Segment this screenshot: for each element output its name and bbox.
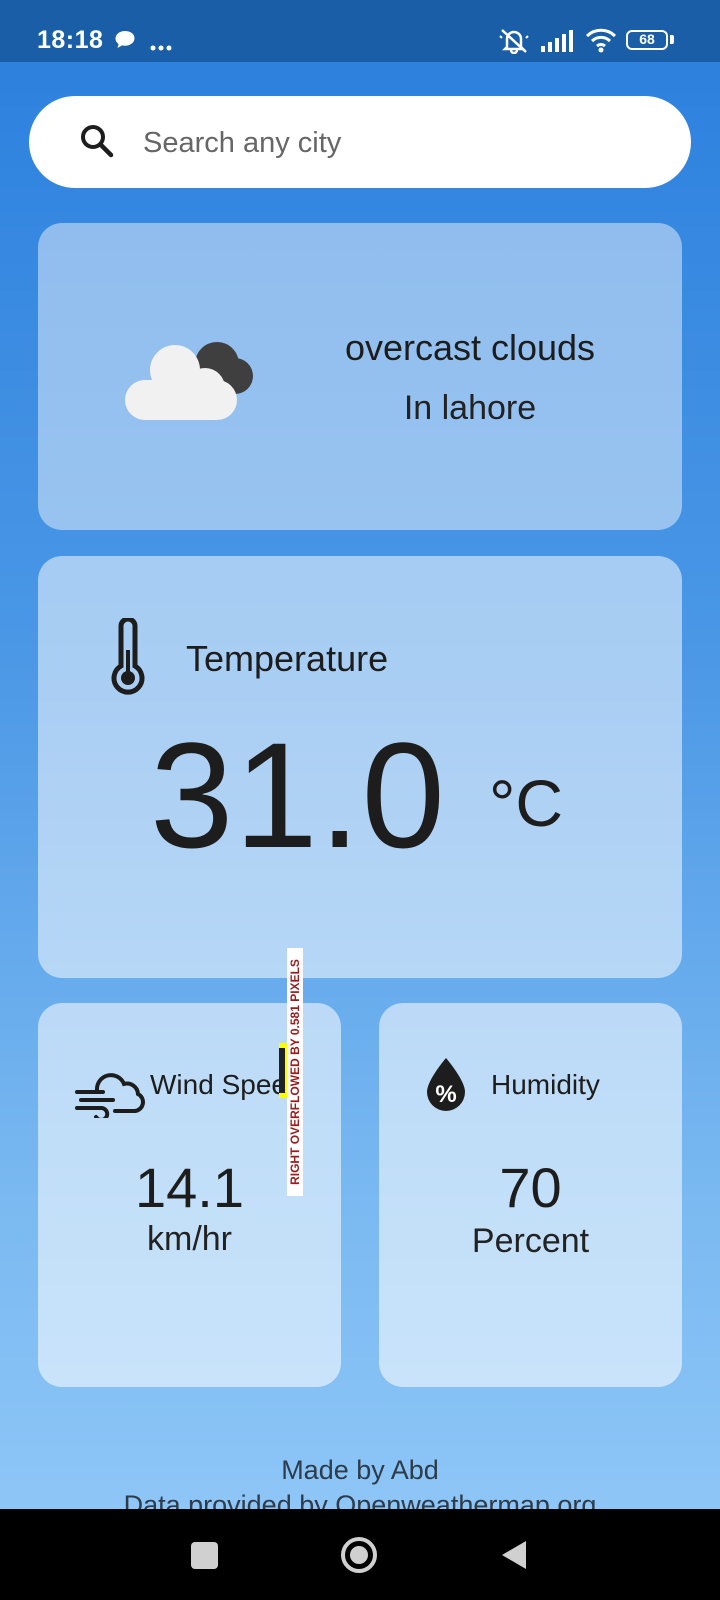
wind-icon [75, 1062, 147, 1123]
battery-level: 68 [639, 31, 655, 47]
condition-description: overcast clouds [344, 327, 596, 368]
recents-button[interactable] [191, 1542, 218, 1569]
wind-value: 14.1 [135, 1156, 244, 1219]
wind-unit: km/hr [147, 1220, 232, 1258]
wifi-icon [585, 27, 617, 58]
temperature-label: Temperature [186, 638, 389, 679]
footer-data-source: Data provided by Openweathermap.org [123, 1490, 597, 1509]
humidity-label: Humidity [491, 1069, 600, 1100]
battery-cap [670, 35, 674, 44]
back-triangle-icon[interactable] [500, 1539, 528, 1571]
svg-text:%: % [435, 1081, 456, 1108]
humidity-value: 70 [499, 1156, 562, 1219]
search-bar[interactable] [29, 96, 691, 188]
signal-icon [541, 30, 575, 57]
home-circle-icon[interactable] [340, 1536, 378, 1574]
chat-bubble-icon [114, 30, 136, 55]
battery-icon: 68 [626, 30, 668, 50]
humidity-unit: Percent [471, 1222, 590, 1260]
temperature-unit: °C [489, 766, 564, 840]
more-dots-icon [150, 38, 172, 56]
thermometer-icon [108, 616, 148, 703]
status-time: 18:18 [37, 26, 104, 54]
overflow-stripe-dark [279, 1048, 285, 1093]
back-button[interactable] [500, 1539, 528, 1576]
home-button[interactable] [340, 1536, 378, 1579]
humidity-drop-icon: % [424, 1056, 468, 1117]
search-input[interactable] [141, 120, 665, 166]
search-icon[interactable] [79, 123, 115, 159]
mute-icon [498, 28, 530, 59]
footer-credit: Made by Abd [281, 1455, 439, 1485]
status-bar: 18:18 68 [0, 0, 720, 62]
condition-location: In lahore [403, 389, 537, 427]
temperature-value: 31.0 [150, 711, 446, 879]
cloud-icon [125, 334, 257, 425]
wind-label: Wind Speed [150, 1069, 280, 1100]
